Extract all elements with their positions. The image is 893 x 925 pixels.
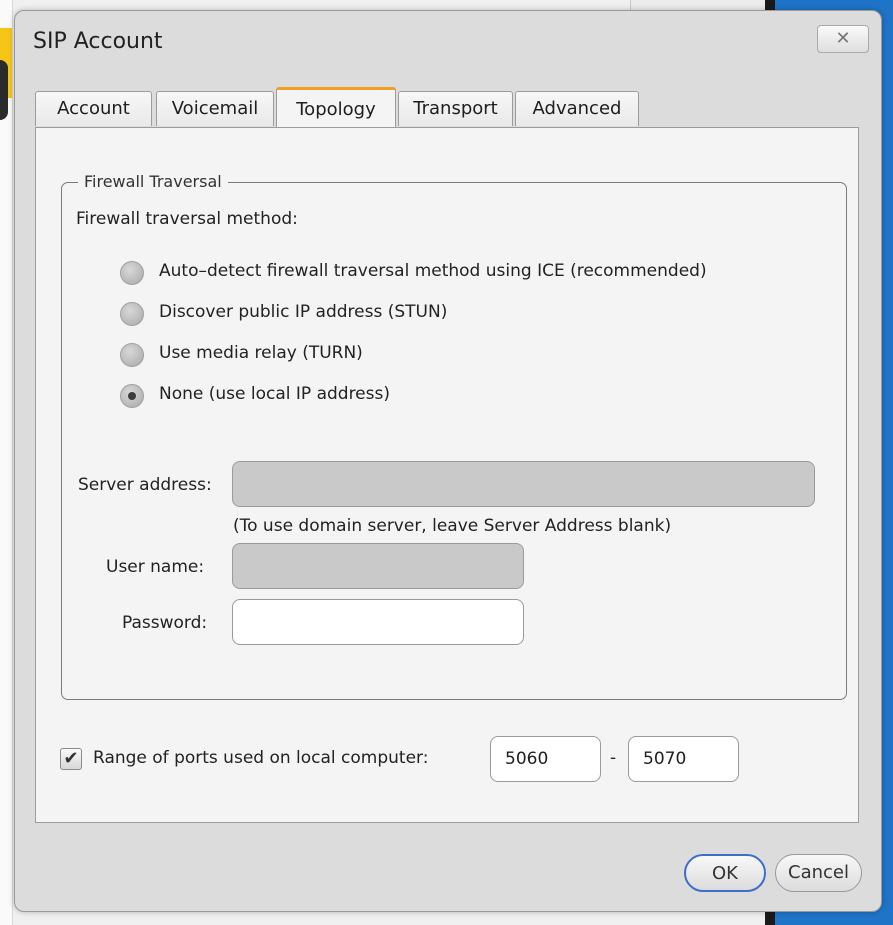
cancel-button[interactable]: Cancel <box>775 854 862 892</box>
dialog-title: SIP Account <box>33 29 163 54</box>
server-address-input[interactable] <box>232 461 815 507</box>
port-range-separator: - <box>610 748 617 768</box>
tab-voicemail[interactable]: Voicemail <box>156 91 274 126</box>
user-name-label: User name: <box>106 557 205 577</box>
radio-stun-label[interactable]: Discover public IP address (STUN) <box>159 302 447 322</box>
radio-none[interactable] <box>120 384 144 408</box>
firewall-traversal-group: Firewall Traversal Firewall traversal me… <box>61 172 847 700</box>
radio-stun[interactable] <box>120 302 144 326</box>
password-input[interactable] <box>232 599 524 645</box>
radio-ice-label[interactable]: Auto–detect firewall traversal method us… <box>159 261 707 281</box>
port-from-input[interactable]: 5060 <box>490 736 601 782</box>
group-legend: Firewall Traversal <box>78 172 228 191</box>
radio-ice[interactable] <box>120 261 144 285</box>
radio-turn[interactable] <box>120 343 144 367</box>
tab-advanced[interactable]: Advanced <box>515 91 639 126</box>
background-app-left <box>0 0 13 925</box>
tab-transport[interactable]: Transport <box>398 91 513 126</box>
user-name-input[interactable] <box>232 543 524 589</box>
sip-account-dialog: SIP Account ✕ Account Voicemail Topology… <box>14 10 882 912</box>
ports-checkbox[interactable]: ✔ <box>60 748 82 770</box>
close-button[interactable]: ✕ <box>817 25 869 53</box>
server-hint: (To use domain server, leave Server Addr… <box>233 516 672 536</box>
checkmark-icon: ✔ <box>63 748 79 769</box>
radio-turn-label[interactable]: Use media relay (TURN) <box>159 343 363 363</box>
tab-account[interactable]: Account <box>35 91 152 126</box>
background-shape <box>0 60 8 120</box>
method-label: Firewall traversal method: <box>76 209 298 229</box>
tab-topology[interactable]: Topology <box>276 87 396 130</box>
ports-label: Range of ports used on local computer: <box>93 748 429 768</box>
port-to-value: 5070 <box>643 749 687 769</box>
ok-button[interactable]: OK <box>684 854 766 892</box>
port-to-input[interactable]: 5070 <box>628 736 739 782</box>
server-address-label: Server address: <box>78 475 212 495</box>
topology-panel: Firewall Traversal Firewall traversal me… <box>35 127 859 823</box>
password-label: Password: <box>122 613 208 633</box>
port-from-value: 5060 <box>505 749 549 769</box>
close-icon: ✕ <box>835 28 851 49</box>
radio-none-label[interactable]: None (use local IP address) <box>159 384 390 404</box>
